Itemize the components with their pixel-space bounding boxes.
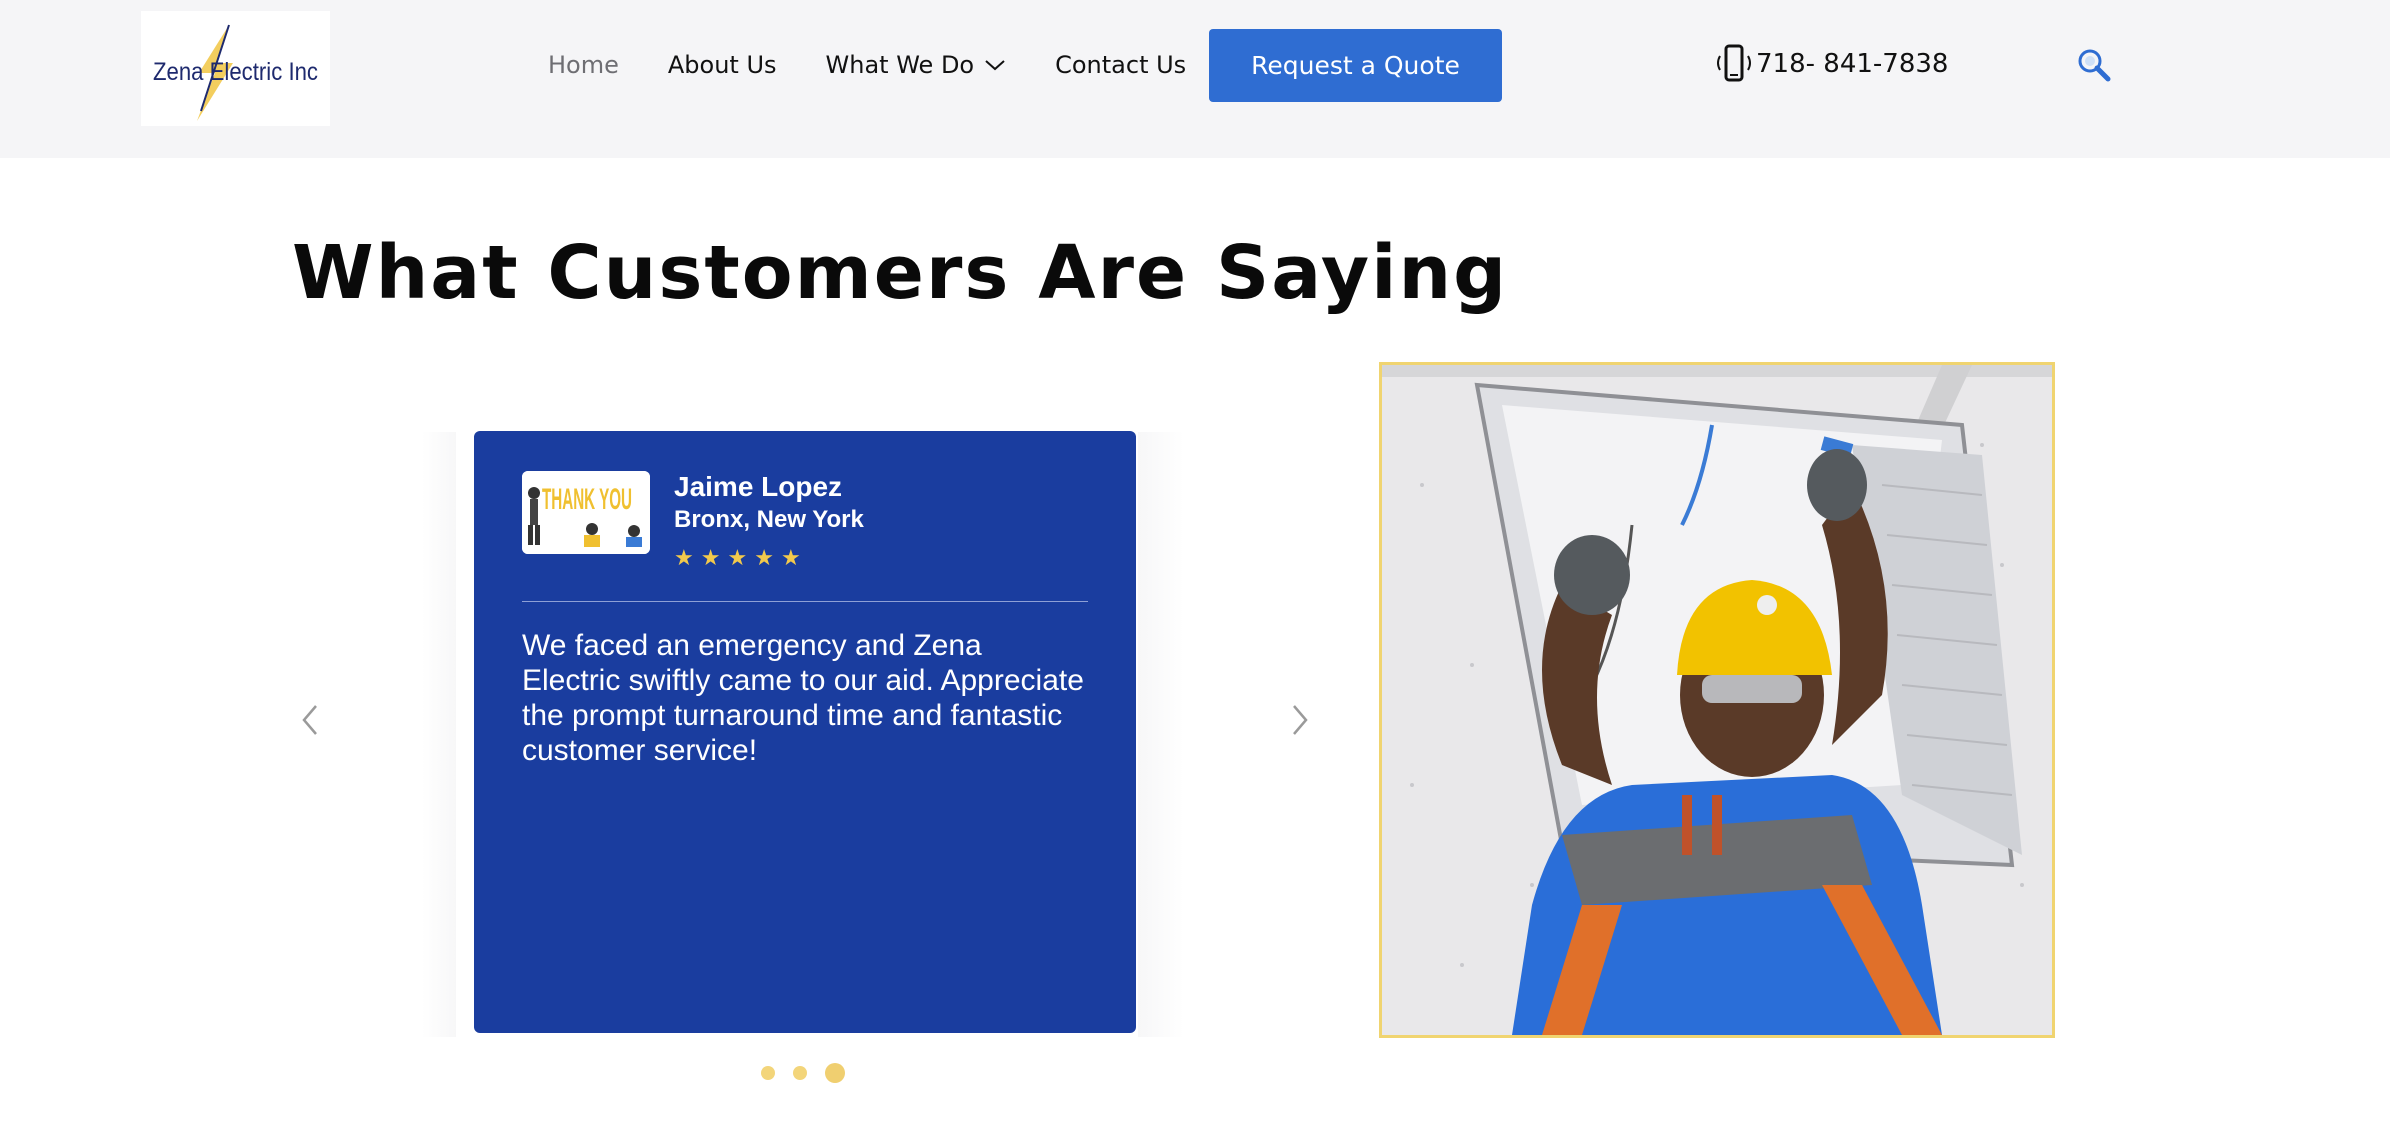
avatar-text: THANK YOU [542,483,632,516]
main-nav: Home About Us What We Do Contact Us [548,0,1235,130]
site-header: Zena Electric Inc Home About Us What We … [0,0,2390,158]
card-divider [522,601,1088,602]
review-text: We faced an emergency and Zena Electric … [522,629,1084,767]
nav-home[interactable]: Home [548,51,619,79]
electrician-photo [1379,362,2055,1038]
testimonial-card: THANK YOU Jaime Lopez Bronx, New York ★ … [474,431,1136,1033]
phone-number: 718- 841-7838 [1756,49,1949,79]
nav-what-we-do[interactable]: What We Do [826,51,1007,79]
reviewer-name: Jaime Lopez [674,471,843,502]
slide-peek-right [1138,432,1184,1037]
reviewer-avatar: THANK YOU [522,471,650,554]
chevron-down-icon [985,60,1005,71]
slider-prev-arrow[interactable] [296,700,326,740]
request-quote-button[interactable]: Request a Quote [1209,29,1502,102]
search-icon[interactable] [2075,46,2113,84]
star-icon: ★ [754,545,774,570]
star-rating: ★ ★ ★ ★ ★ [674,547,808,569]
star-icon: ★ [780,545,801,570]
phone-icon [1717,44,1751,82]
site-logo[interactable]: Zena Electric Inc [141,11,330,126]
section-title: What Customers Are Saying [292,230,1509,316]
star-icon: ★ [700,545,721,570]
star-icon: ★ [727,545,748,570]
slide-peek-left [422,432,456,1037]
phone-link[interactable]: 718- 841-7838 [1712,44,1948,84]
nav-about-label: About Us [667,51,777,79]
slider-dot-2[interactable] [793,1066,807,1080]
nav-contact[interactable]: Contact Us [1055,51,1186,79]
reviewer-location: Bronx, New York [674,506,864,533]
nav-home-label: Home [548,51,619,79]
avatar-image: THANK YOU [522,471,650,554]
logo-image: Zena Electric Inc [141,11,330,126]
nav-contact-label: Contact Us [1055,51,1187,79]
star-icon: ★ [674,545,694,570]
logo-text: Zena Electric Inc [153,58,318,86]
electrician-image [1382,365,2052,1035]
slider-next-arrow[interactable] [1284,700,1314,740]
nav-what-we-do-label: What We Do [825,51,975,79]
slider-dot-1[interactable] [761,1066,775,1080]
nav-about[interactable]: About Us [668,51,777,79]
slider-dot-3[interactable] [825,1063,845,1083]
slider-pagination [761,1063,863,1083]
